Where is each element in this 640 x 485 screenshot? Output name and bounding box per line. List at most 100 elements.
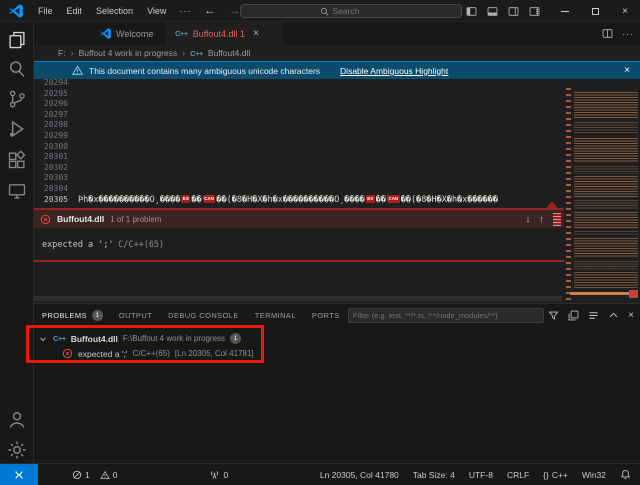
eol-indicator[interactable]: CRLF <box>507 470 529 480</box>
minimap-content-block <box>574 176 638 198</box>
minimap[interactable] <box>566 80 640 302</box>
tab-buffout4-dll[interactable]: C++ Buffout4.dll 1 × <box>167 22 283 45</box>
tab-terminal[interactable]: TERMINAL <box>255 304 296 327</box>
tab-problems[interactable]: PROBLEMS 1 <box>42 304 103 327</box>
ports-status[interactable]: 0 <box>209 469 228 480</box>
line-number: 20298 <box>34 120 68 131</box>
errors-warnings-status[interactable]: 1 0 <box>72 470 117 480</box>
disable-ambiguous-highlight-link[interactable]: Disable Ambiguous Highlight <box>340 66 448 76</box>
minimize-icon[interactable] <box>550 0 580 22</box>
toggle-secondary-sidebar-icon[interactable] <box>508 6 519 17</box>
toggle-sidebar-icon[interactable] <box>466 6 477 17</box>
problems-file-name: Buffout4.dll <box>71 334 118 344</box>
view-as-table-icon[interactable] <box>568 310 579 321</box>
minimap-content-block <box>574 261 638 270</box>
peek-body[interactable]: expected a ';' C/C++(65) <box>34 228 564 262</box>
editor-actions: ··· <box>602 22 634 45</box>
encoding-indicator[interactable]: UTF-8 <box>469 470 493 480</box>
run-debug-icon[interactable] <box>7 119 27 139</box>
notifications-bell-icon[interactable] <box>620 469 631 480</box>
horizontal-scrollbar[interactable] <box>34 296 562 301</box>
tab-size-indicator[interactable]: Tab Size: 4 <box>413 470 455 480</box>
cursor-position[interactable]: Ln 20305, Col 41780 <box>320 470 399 480</box>
accounts-icon[interactable] <box>7 410 27 430</box>
minimap-content-block <box>574 92 638 118</box>
filter-funnel-icon[interactable] <box>548 310 559 321</box>
banner-close-icon[interactable]: × <box>624 65 630 76</box>
command-center-search[interactable] <box>240 4 462 18</box>
previous-problem-icon[interactable]: ↑ <box>539 214 544 224</box>
breadcrumb-drive[interactable]: F: <box>58 48 66 58</box>
close-panel-icon[interactable]: × <box>628 310 634 321</box>
peek-anchor-caret <box>546 201 558 208</box>
peek-header: Buffout4.dll 1 of 1 problem ↓ ↑ × <box>34 208 564 228</box>
braces-icon: {} <box>543 470 549 480</box>
panel-tab-label: PORTS <box>312 311 340 320</box>
binary-content-line[interactable]: Þh�x����������Ō¸����ES��CAN��(�8�H�X�h�x… <box>78 195 564 206</box>
menu-selection[interactable]: Selection <box>89 0 140 22</box>
binary-text-segment: ��(�8�H�X�h�x������ <box>401 195 498 205</box>
settings-gear-icon[interactable] <box>7 440 27 460</box>
remote-indicator[interactable] <box>0 464 38 485</box>
tab-debug-console[interactable]: DEBUG CONSOLE <box>168 304 239 327</box>
control-character-box: CAN <box>203 195 216 203</box>
tab-label: Welcome <box>116 29 153 39</box>
chevron-right-icon: › <box>182 48 185 58</box>
warning-triangle-icon <box>72 65 83 76</box>
search-input[interactable] <box>333 6 383 16</box>
broadcast-tower-icon <box>209 469 220 480</box>
layout-controls <box>466 0 540 22</box>
breadcrumb-folder[interactable]: Buffout 4 work in progress <box>79 48 178 58</box>
cpp-file-icon: C++ <box>175 29 188 38</box>
editor-area[interactable] <box>34 61 640 303</box>
menu-view[interactable]: View <box>140 0 173 22</box>
menu-file[interactable]: File <box>31 0 60 22</box>
title-bar: File Edit Selection View ··· ← → × <box>0 0 640 22</box>
language-mode[interactable]: {} C++ <box>543 470 568 480</box>
minimap-content-block <box>574 200 638 210</box>
problems-filter-input[interactable] <box>353 311 539 320</box>
nav-back-icon[interactable]: ← <box>197 5 222 17</box>
problems-error-row[interactable]: expected a ';' C/C++(65) [Ln 20305, Col … <box>62 346 254 361</box>
minimap-content-block <box>574 238 638 258</box>
window-close-icon[interactable]: × <box>610 0 640 22</box>
next-problem-icon[interactable]: ↓ <box>526 214 531 224</box>
customize-layout-icon[interactable] <box>529 6 540 17</box>
window-controls: × <box>550 0 640 22</box>
search-sidebar-icon[interactable] <box>7 59 27 79</box>
platform-indicator[interactable]: Win32 <box>582 470 606 480</box>
split-editor-icon[interactable] <box>602 28 613 39</box>
source-control-icon[interactable] <box>7 89 27 109</box>
toggle-panel-icon[interactable] <box>487 6 498 17</box>
panel-tab-label: TERMINAL <box>255 311 296 320</box>
remote-explorer-icon[interactable] <box>7 181 27 201</box>
tab-welcome[interactable]: Welcome <box>92 22 167 45</box>
tab-output[interactable]: OUTPUT <box>119 304 152 327</box>
problems-file-path: F:\Buffout 4 work in progress <box>123 334 225 343</box>
tab-ports[interactable]: PORTS <box>312 304 340 327</box>
control-character-box: ES <box>181 195 190 203</box>
explorer-icon[interactable] <box>7 30 27 50</box>
line-number: 20295 <box>34 89 68 100</box>
error-circle-icon <box>40 214 51 225</box>
problems-file-row[interactable]: C++ Buffout4.dll F:\Buffout 4 work in pr… <box>38 331 241 346</box>
language-label: C++ <box>552 470 568 480</box>
chevron-down-icon[interactable] <box>38 334 48 344</box>
extensions-icon[interactable] <box>7 150 27 170</box>
more-actions-icon[interactable]: ··· <box>622 29 634 39</box>
breadcrumb-file[interactable]: Buffout4.dll <box>208 48 250 58</box>
file-problems-badge: 1 <box>230 333 241 344</box>
collapse-all-icon[interactable] <box>588 310 599 321</box>
problems-filter[interactable] <box>348 308 544 323</box>
tab-close-icon[interactable]: × <box>253 28 259 39</box>
minimap-content-block <box>574 138 638 162</box>
menu-more-icon[interactable]: ··· <box>173 6 197 16</box>
breadcrumb[interactable]: F: › Buffout 4 work in progress › C++ Bu… <box>34 45 640 61</box>
maximize-panel-icon[interactable] <box>608 310 619 321</box>
panel-tab-bar: PROBLEMS 1 OUTPUT DEBUG CONSOLE TERMINAL… <box>42 304 340 327</box>
unicode-warning-banner: This document contains many ambiguous un… <box>34 61 640 79</box>
problem-source: C/C++(65) <box>133 349 170 358</box>
overview-error-mark <box>553 213 561 226</box>
menu-edit[interactable]: Edit <box>60 0 90 22</box>
maximize-icon[interactable] <box>580 0 610 22</box>
